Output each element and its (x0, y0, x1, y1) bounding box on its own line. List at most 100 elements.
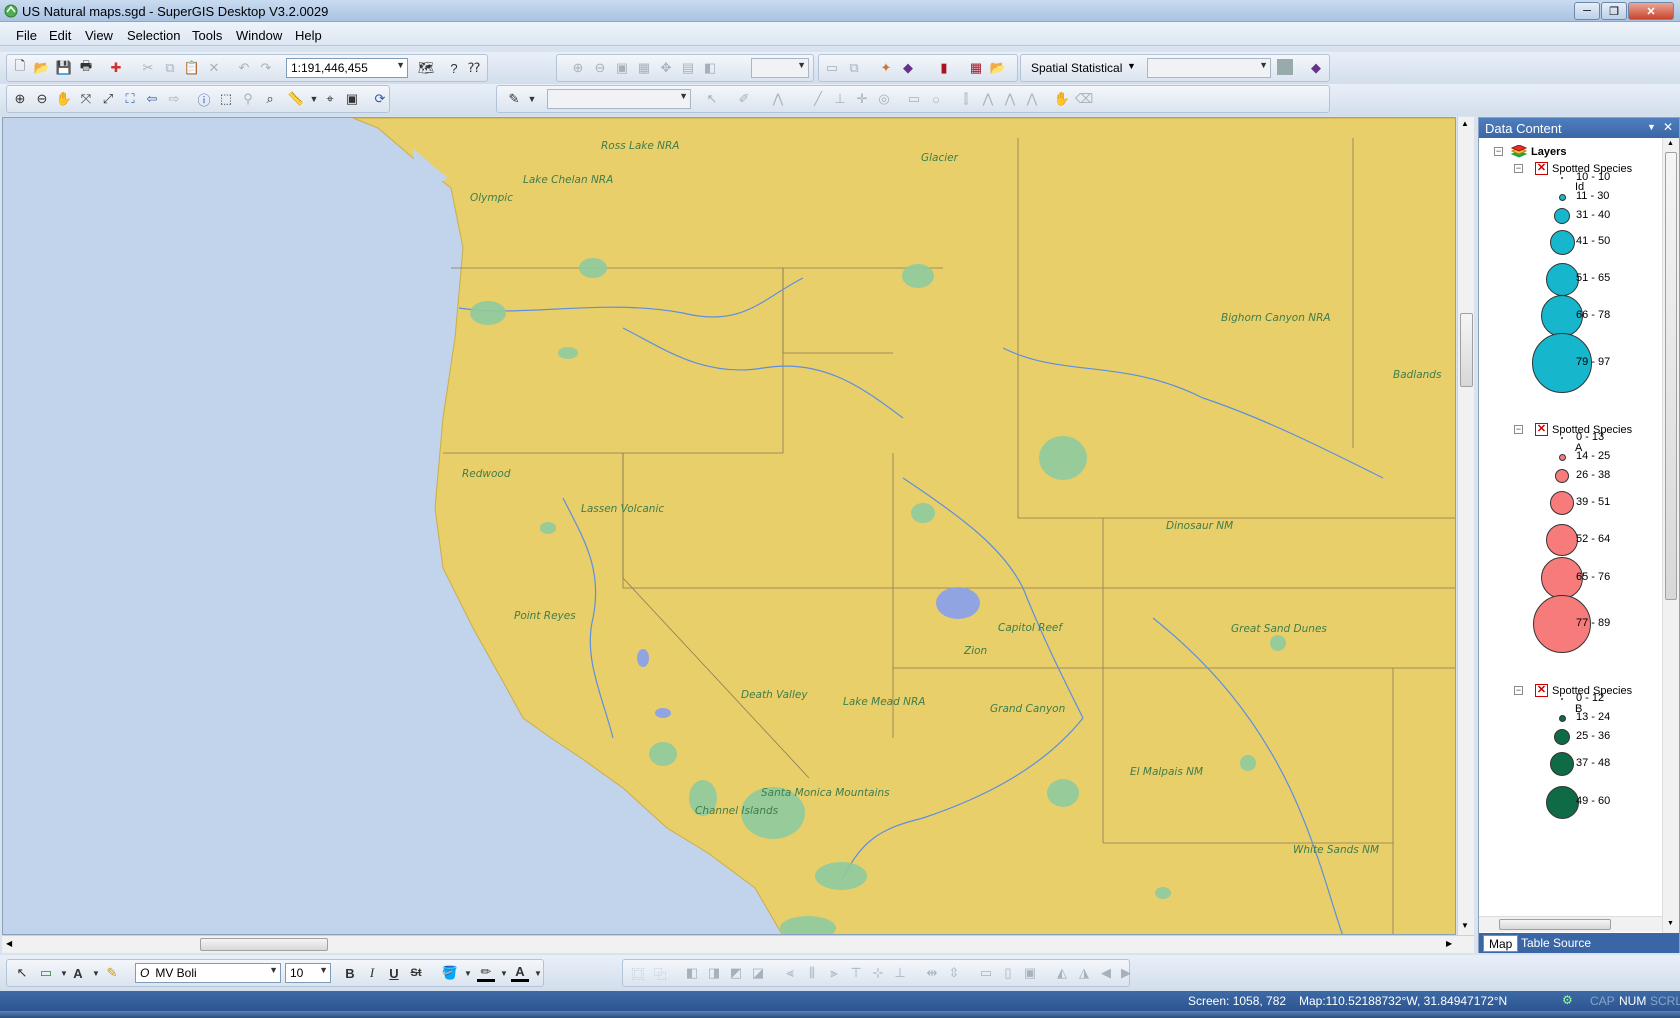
cross-icon[interactable]: ✛ (853, 90, 871, 108)
collapse-layers-icon[interactable]: − (1494, 147, 1503, 156)
layer-visibility-checkbox-icon[interactable]: ✕ (1535, 423, 1548, 436)
panel-horizontal-scrollbar[interactable] (1479, 916, 1662, 932)
make-same-height-icon[interactable]: ▯ (999, 964, 1017, 982)
scale-combo[interactable]: 1:191,446,455 ▼ (286, 58, 408, 78)
edit-vertices-icon[interactable]: ✎ (103, 964, 121, 982)
save-icon[interactable]: 💾 (55, 59, 73, 77)
toolbox-icon[interactable]: ◆ (1307, 59, 1325, 77)
print-icon[interactable]: 🖶 (77, 58, 95, 77)
edit-arrow-icon[interactable]: ↖ (703, 90, 721, 108)
fixed-zoom-in-icon[interactable]: ⤧ (77, 90, 95, 108)
tab-map[interactable]: Map (1483, 935, 1519, 952)
scroll-down-arrow-icon[interactable]: ▼ (1461, 921, 1469, 930)
menu-window[interactable]: Window (236, 28, 282, 43)
layout-back-icon[interactable]: ◧ (701, 59, 719, 77)
paste-icon[interactable]: 📋 (183, 59, 201, 77)
group-icon[interactable]: ⿴ (629, 964, 647, 982)
layout-page-icon[interactable]: ▤ (679, 59, 697, 77)
flip-vertical-icon[interactable]: ▶ (1117, 964, 1135, 982)
map-view[interactable]: Ross Lake NRA Glacier Lake Chelan NRA Olymp… (2, 117, 1456, 935)
fixed-zoom-out-icon[interactable]: ⤢ (99, 90, 117, 108)
split-icon[interactable]: ⫿ (957, 90, 975, 108)
rectangle-draw-icon[interactable]: ▭ (37, 964, 55, 982)
send-to-back-icon[interactable]: ◨ (705, 964, 723, 982)
fill-color-icon[interactable]: 🪣 (441, 964, 459, 982)
font-color-icon[interactable]: A (511, 964, 529, 982)
attributes-icon[interactable]: ✋ (1053, 90, 1071, 108)
page-copy-icon[interactable]: ⧉ (845, 59, 863, 77)
panel-menu-chevron-icon[interactable]: ▼ (1647, 122, 1656, 132)
panel-hscroll-thumb[interactable] (1499, 919, 1611, 930)
full-extent-icon[interactable]: ⛶ (121, 90, 139, 108)
cut-icon[interactable]: ✂ (139, 59, 157, 77)
chevron-down-icon[interactable]: ▼ (1127, 61, 1136, 71)
make-same-size-icon[interactable]: ▣ (1021, 964, 1039, 982)
scroll-up-arrow-icon[interactable]: ▲ (1667, 140, 1674, 147)
menu-file[interactable]: File (16, 28, 37, 43)
bold-button[interactable]: B (341, 964, 359, 982)
symbology-icon[interactable]: ✦ (877, 59, 895, 77)
union-icon[interactable]: ⋀ (1023, 90, 1041, 108)
minimize-button[interactable]: ─ (1574, 2, 1600, 20)
back-arrow-icon[interactable]: ⇦ (143, 90, 161, 108)
horizontal-scroll-thumb[interactable] (200, 938, 328, 951)
circle-icon[interactable]: ○ (927, 90, 945, 108)
open-folder-icon[interactable]: 📂 (33, 59, 51, 77)
scroll-left-arrow-icon[interactable]: ◀ (6, 939, 12, 948)
align-left-icon[interactable]: ⫷ (781, 964, 799, 982)
panel-scroll-thumb[interactable] (1665, 152, 1677, 600)
scroll-right-arrow-icon[interactable]: ▶ (1446, 939, 1452, 948)
map-horizontal-scrollbar[interactable]: ◀ ▶ (2, 935, 1474, 953)
align-top-icon[interactable]: ⊤ (847, 964, 865, 982)
report-icon[interactable]: ▮ (935, 59, 953, 77)
layout-fixed-zoom-icon[interactable]: ▣ (613, 59, 631, 77)
reshape-icon[interactable]: ⋀ (979, 90, 997, 108)
layout-zoom-out-icon[interactable]: ⊖ (591, 59, 609, 77)
layout-full-extent-icon[interactable]: ▦ (635, 59, 653, 77)
zoom-out-icon[interactable]: ⊖ (33, 90, 51, 108)
delete-icon[interactable]: ✕ (205, 59, 223, 77)
chevron-down-icon[interactable]: ▼ (523, 90, 541, 108)
collapse-layer-icon[interactable]: − (1514, 164, 1523, 173)
bring-forward-icon[interactable]: ◩ (727, 964, 745, 982)
layout-zoom-in-icon[interactable]: ⊕ (569, 59, 587, 77)
go-to-xy-icon[interactable]: ⌖ (321, 90, 339, 108)
send-backward-icon[interactable]: ◪ (749, 964, 767, 982)
layers-root-label[interactable]: Layers (1531, 146, 1566, 158)
rotate-left-icon[interactable]: ◭ (1053, 964, 1071, 982)
identify-icon[interactable]: ⓘ (195, 90, 213, 108)
layer-visibility-checkbox-icon[interactable]: ✕ (1535, 162, 1548, 175)
stop-icon[interactable] (1277, 59, 1293, 75)
tab-table-source[interactable]: Table Source (1516, 935, 1596, 952)
make-same-width-icon[interactable]: ▭ (977, 964, 995, 982)
merge-icon[interactable]: ⋀ (1001, 90, 1019, 108)
statistical-combo[interactable]: ▼ (1147, 58, 1271, 78)
vertex-icon[interactable]: ⋀ (769, 90, 787, 108)
menu-tools[interactable]: Tools (192, 28, 222, 43)
menu-selection[interactable]: Selection (127, 28, 180, 43)
find-icon[interactable]: ⌕ (261, 90, 279, 108)
collapse-layer-icon[interactable]: − (1514, 686, 1523, 695)
pan-hand-icon[interactable]: ✋ (55, 90, 73, 108)
hyperlink-icon[interactable]: ⚲ (239, 90, 257, 108)
overview-icon[interactable]: ▣ (343, 90, 361, 108)
align-center-icon[interactable]: ⫼ (803, 964, 821, 982)
add-data-icon[interactable]: ✚ (107, 59, 125, 77)
page-setup-icon[interactable]: ▭ (823, 59, 841, 77)
panel-close-icon[interactable]: ✕ (1663, 120, 1673, 134)
distribute-horizontal-icon[interactable]: ⇹ (923, 964, 941, 982)
layout-icon[interactable]: 🗺 (417, 59, 435, 77)
perpendicular-icon[interactable]: ⊥ (831, 90, 849, 108)
zoom-in-icon[interactable]: ⊕ (11, 90, 29, 108)
rectangle-icon[interactable]: ▭ (905, 90, 923, 108)
map-vertical-scrollbar[interactable]: ▲ ▼ (1457, 117, 1474, 935)
select-features-icon[interactable]: ⬚ (217, 90, 235, 108)
text-tool-icon[interactable]: A (69, 964, 87, 982)
spatial-statistical-menu[interactable]: Spatial Statistical (1031, 61, 1122, 75)
new-document-icon[interactable]: 🗋 (11, 58, 29, 77)
underline-button[interactable]: U (385, 964, 403, 982)
line-tool-icon[interactable]: ╱ (809, 90, 827, 108)
erase-icon[interactable]: ⌫ (1075, 90, 1093, 108)
menu-help[interactable]: Help (295, 28, 322, 43)
strikethrough-button[interactable]: St (407, 964, 425, 982)
